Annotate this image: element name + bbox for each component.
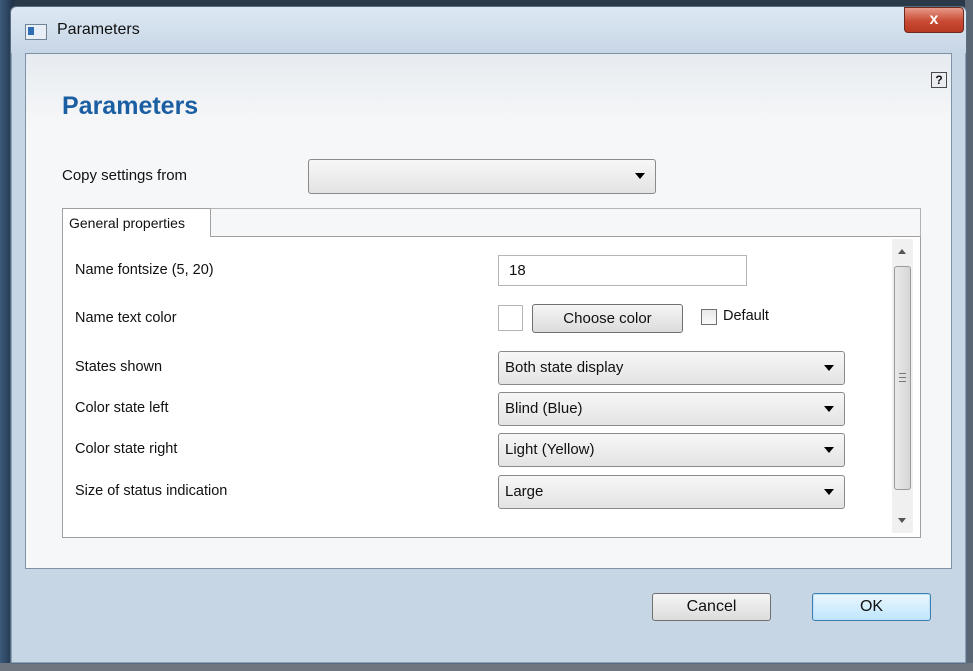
status-size-label: Size of status indication <box>75 483 228 499</box>
help-icon: ? <box>935 73 943 87</box>
states-shown-select[interactable]: Both state display <box>498 351 845 385</box>
chevron-down-icon <box>635 173 645 179</box>
help-button[interactable]: ? <box>931 72 947 88</box>
tab-strip-edge <box>920 208 921 237</box>
scroll-down-icon[interactable] <box>898 518 906 523</box>
text-color-swatch <box>498 305 523 331</box>
fontsize-input[interactable]: 18 <box>498 255 747 286</box>
parameters-window: Parameters x ? Parameters Copy settings … <box>10 6 967 664</box>
cancel-button[interactable]: Cancel <box>652 593 771 621</box>
color-state-right-label: Color state right <box>75 441 178 457</box>
copy-settings-label: Copy settings from <box>62 167 188 184</box>
window-app-icon <box>25 24 47 40</box>
window-title: Parameters <box>57 21 140 38</box>
tab-strip-divider <box>211 208 921 209</box>
color-state-left-value: Blind (Blue) <box>505 400 583 417</box>
ok-button[interactable]: OK <box>812 593 931 621</box>
color-state-left-label: Color state left <box>75 400 169 416</box>
color-state-left-select[interactable]: Blind (Blue) <box>498 392 845 426</box>
states-shown-value: Both state display <box>505 359 624 376</box>
chevron-down-icon <box>824 365 834 371</box>
page-title: Parameters <box>62 92 199 120</box>
tab-general-properties[interactable]: General properties <box>62 208 211 237</box>
color-state-right-select[interactable]: Light (Yellow) <box>498 433 845 467</box>
scroll-up-icon[interactable] <box>898 249 906 254</box>
vertical-scrollbar[interactable] <box>892 239 913 533</box>
status-size-select[interactable]: Large <box>498 475 845 509</box>
color-state-right-value: Light (Yellow) <box>505 441 595 458</box>
desktop-backdrop-bottom <box>0 663 973 671</box>
scrollbar-thumb[interactable] <box>894 266 911 490</box>
chevron-down-icon <box>824 447 834 453</box>
default-color-checkbox[interactable] <box>701 309 717 325</box>
title-bar[interactable]: Parameters x <box>11 7 966 53</box>
close-icon: x <box>929 11 939 28</box>
general-properties-panel: Name fontsize (5, 20) 18 Name text color… <box>62 236 921 538</box>
chevron-down-icon <box>824 489 834 495</box>
choose-color-button[interactable]: Choose color <box>532 304 683 333</box>
text-color-label: Name text color <box>75 310 177 326</box>
close-button[interactable]: x <box>904 7 964 33</box>
states-shown-label: States shown <box>75 359 163 375</box>
grip-icon <box>899 373 906 382</box>
fontsize-label: Name fontsize (5, 20) <box>75 262 214 278</box>
chevron-down-icon <box>824 406 834 412</box>
status-size-value: Large <box>505 483 544 500</box>
dialog-body: ? Parameters Copy settings from General … <box>25 53 952 569</box>
default-color-label: Default <box>723 308 769 324</box>
copy-settings-select[interactable] <box>308 159 656 194</box>
